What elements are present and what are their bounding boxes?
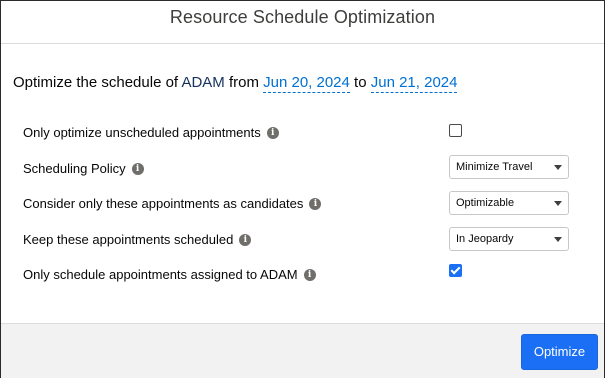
optimize-button[interactable]: Optimize: [521, 334, 598, 370]
info-icon[interactable]: i: [303, 268, 316, 281]
assigned-label: Only schedule appointments assigned to A…: [23, 267, 298, 282]
assigned-checkbox[interactable]: [449, 264, 462, 277]
info-icon[interactable]: i: [266, 126, 279, 139]
chevron-down-icon: [554, 237, 562, 242]
chevron-down-icon: [554, 201, 562, 206]
unscheduled-label: Only optimize unscheduled appointments: [23, 125, 261, 140]
to-date-link[interactable]: Jun 21, 2024: [370, 74, 458, 93]
keep-row: Keep these appointments scheduled i: [23, 232, 252, 247]
chevron-down-icon: [554, 165, 562, 170]
modal-footer: Optimize: [1, 323, 604, 378]
keep-select[interactable]: In Jeopardy: [449, 227, 569, 251]
policy-select[interactable]: Minimize Travel: [449, 155, 569, 179]
summary-to: to: [354, 74, 367, 91]
modal-header: Resource Schedule Optimization: [1, 1, 604, 44]
summary-from: from: [228, 74, 259, 91]
candidates-label: Consider only these appointments as cand…: [23, 196, 304, 211]
policy-row: Scheduling Policy i: [23, 161, 144, 176]
from-date-link[interactable]: Jun 20, 2024: [263, 74, 350, 93]
schedule-summary: Optimize the schedule of ADAM from Jun 2…: [13, 74, 458, 93]
candidates-select-value: Optimizable: [456, 197, 515, 209]
modal-title: Resource Schedule Optimization: [169, 7, 436, 27]
optimization-modal: Resource Schedule Optimization Optimize …: [0, 0, 605, 378]
resource-name: ADAM: [181, 74, 225, 91]
keep-label: Keep these appointments scheduled: [23, 232, 234, 247]
keep-select-value: In Jeopardy: [456, 233, 514, 245]
unscheduled-row: Only optimize unscheduled appointments i: [23, 125, 279, 140]
assigned-row: Only schedule appointments assigned to A…: [23, 267, 316, 282]
candidates-row: Consider only these appointments as cand…: [23, 196, 322, 211]
candidates-select[interactable]: Optimizable: [449, 191, 569, 215]
summary-prefix: Optimize the schedule of: [13, 74, 179, 91]
info-icon[interactable]: i: [239, 233, 252, 246]
info-icon[interactable]: i: [309, 197, 322, 210]
policy-label: Scheduling Policy: [23, 161, 126, 176]
info-icon[interactable]: i: [131, 162, 144, 175]
policy-select-value: Minimize Travel: [456, 161, 533, 173]
unscheduled-checkbox[interactable]: [449, 124, 462, 137]
